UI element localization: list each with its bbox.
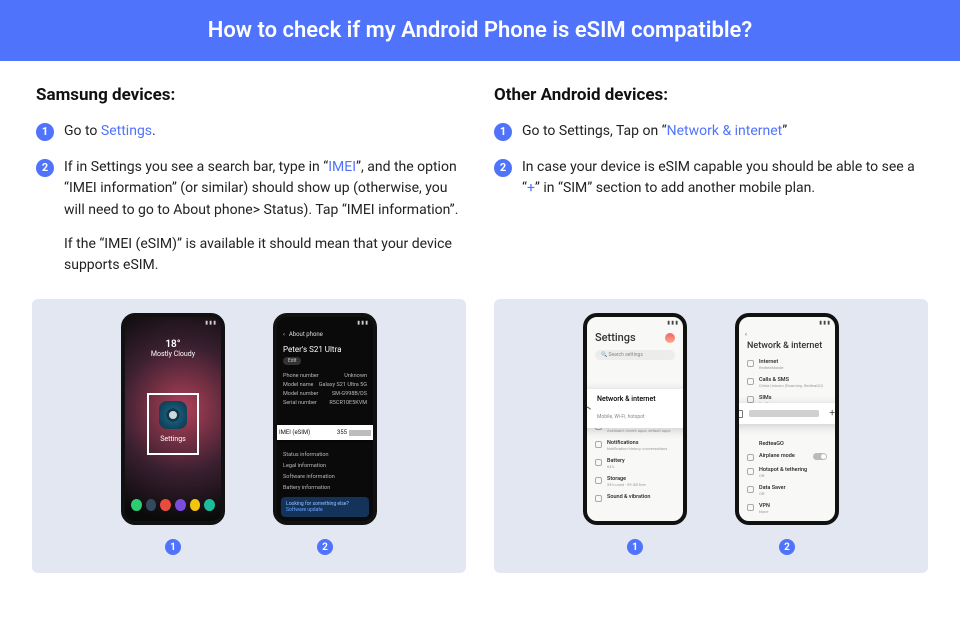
screenshot-2b-col: ▮ ▮ ▮ ‹ Network & internet InternetRedte…: [735, 313, 839, 555]
device-name: Peter's S21 Ultra: [283, 345, 367, 354]
step-number-badge: 2: [36, 159, 54, 177]
airplane-toggle: [813, 453, 827, 460]
imei-esim-callout: IMEI (eSIM) 355: [273, 425, 377, 440]
about-phone-nav: ‹About phone: [283, 331, 367, 338]
sim-plus-callout: +: [735, 403, 839, 424]
other-screenshots-panel: ▮ ▮ ▮ Settings 🔍 Search settings Connect…: [494, 299, 928, 573]
gear-icon: [159, 401, 187, 429]
avatar-icon: [665, 333, 675, 343]
sim-name-masked: [749, 410, 819, 417]
dns-icon: [747, 522, 754, 525]
phone-mock-settings: ▮ ▮ ▮ Settings 🔍 Search settings Connect…: [583, 313, 687, 525]
samsung-column: Samsung devices: 1 Go to Settings. 2 If …: [36, 85, 466, 291]
other-column: Other Android devices: 1 Go to Settings,…: [494, 85, 924, 291]
page-header: How to check if my Android Phone is eSIM…: [0, 0, 960, 61]
wifi-icon: [583, 404, 589, 414]
back-icon: ‹: [745, 331, 747, 338]
weather-widget: 18° Mostly Cloudy: [125, 339, 221, 358]
instructions-columns: Samsung devices: 1 Go to Settings. 2 If …: [0, 61, 960, 291]
phone-dock: [131, 499, 215, 517]
caption-badge-1: 1: [165, 539, 181, 555]
settings-title: Settings: [595, 331, 636, 344]
caption-badge-1: 1: [627, 539, 643, 555]
samsung-step-2: 2 If in Settings you see a search bar, t…: [36, 157, 466, 277]
settings-link[interactable]: Settings: [101, 123, 152, 139]
samsung-step-1: 1 Go to Settings.: [36, 121, 466, 143]
hotspot-icon: [747, 468, 754, 475]
step-text: If in Settings you see a search bar, typ…: [64, 157, 466, 277]
step-text: Go to Settings.: [64, 121, 156, 143]
imei-link[interactable]: IMEI: [328, 159, 356, 175]
storage-icon: [595, 477, 602, 484]
samsung-heading: Samsung devices:: [36, 85, 466, 105]
imei-masked: [349, 430, 371, 436]
screenshot-2a-col: ▮ ▮ ▮ Settings 🔍 Search settings Connect…: [583, 313, 687, 555]
back-icon: ‹: [283, 331, 285, 338]
step-number-badge: 1: [494, 123, 512, 141]
battery-icon: [595, 459, 602, 466]
phone-icon: [747, 378, 754, 385]
network-nav: ‹: [745, 331, 829, 338]
sound-icon: [595, 495, 602, 502]
network-internet-callout: Network & internetMobile, Wi-Fi, hotspot: [583, 389, 687, 428]
phone-mock-about-phone: ▮ ▮ ▮ ‹About phone Peter's S21 Ultra Edi…: [273, 313, 377, 525]
step-extra-text: If the “IMEI (eSIM)” is available it sho…: [64, 234, 466, 277]
samsung-screenshots-panel: ▮ ▮ ▮ 18° Mostly Cloudy Settings 1: [32, 299, 466, 573]
step-text: Go to Settings, Tap on “Network & intern…: [522, 121, 787, 143]
network-internet-link[interactable]: Network & internet: [667, 123, 783, 139]
sim-icon: [735, 410, 743, 418]
imei-esim-label: IMEI (eSIM): [279, 429, 310, 436]
bell-icon: [595, 441, 602, 448]
other-step-1: 1 Go to Settings, Tap on “Network & inte…: [494, 121, 924, 143]
caption-badge-2: 2: [779, 539, 795, 555]
edit-button: Edit: [283, 357, 301, 365]
other-step-2: 2 In case your device is eSIM capable yo…: [494, 157, 924, 200]
settings-icon-label: Settings: [125, 435, 221, 443]
search-settings-bar: 🔍 Search settings: [595, 350, 675, 360]
sim-icon: [747, 396, 754, 403]
datasaver-icon: [747, 486, 754, 493]
vpn-icon: [747, 504, 754, 511]
step-number-badge: 2: [494, 159, 512, 177]
screenshot-1b-col: ▮ ▮ ▮ ‹About phone Peter's S21 Ultra Edi…: [273, 313, 377, 555]
network-title: Network & internet: [747, 341, 827, 351]
other-heading: Other Android devices:: [494, 85, 924, 105]
about-phone-footer: Looking for something else? Software upd…: [281, 497, 369, 517]
wifi-icon: [747, 360, 754, 367]
caption-badge-2: 2: [317, 539, 333, 555]
airplane-icon: [747, 454, 754, 461]
phone-mock-network-internet: ▮ ▮ ▮ ‹ Network & internet InternetRedte…: [735, 313, 839, 525]
plus-link[interactable]: +: [527, 180, 535, 196]
step-text: In case your device is eSIM capable you …: [522, 157, 924, 200]
phone-mock-samsung-home: ▮ ▮ ▮ 18° Mostly Cloudy Settings: [121, 313, 225, 525]
screenshot-1a-col: ▮ ▮ ▮ 18° Mostly Cloudy Settings 1: [121, 313, 225, 555]
page-title: How to check if my Android Phone is eSIM…: [208, 18, 752, 43]
screenshots-row: ▮ ▮ ▮ 18° Mostly Cloudy Settings 1: [0, 299, 960, 573]
plus-icon: +: [825, 408, 839, 419]
step-number-badge: 1: [36, 123, 54, 141]
